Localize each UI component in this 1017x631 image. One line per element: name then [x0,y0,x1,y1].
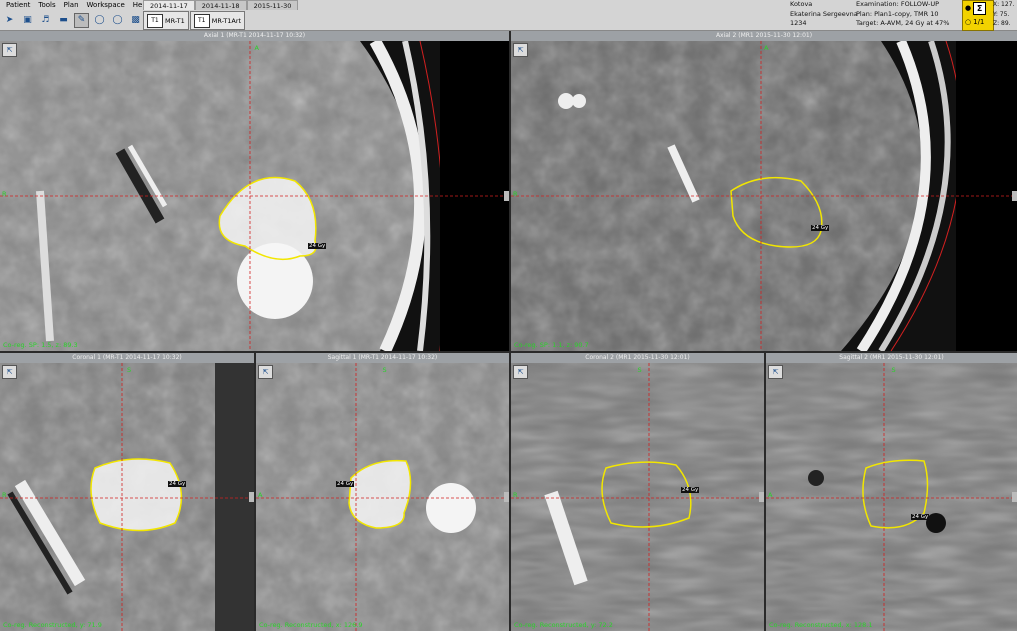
orientation-top-label: A [764,44,769,52]
viewport-menu-icon[interactable]: ⇱ [2,365,17,379]
slice-scrollbar[interactable] [759,492,764,502]
viewport-footer: Co-reg. Reconstructed, y: 72.2 [514,621,613,629]
sigma-icon[interactable]: Σ [973,1,987,15]
isodose-label: 24 Gy [681,487,700,493]
coronal-1-viewport[interactable]: Coronal 1 (MR-T1 2014-11-17 10:32) ⇱ S R… [0,353,254,631]
contour-icon[interactable]: ◯ [92,13,107,28]
mri-image[interactable] [511,39,1017,351]
series-tab-1[interactable]: T1 MR-T1 [143,11,189,30]
menu-tools[interactable]: Tools [34,0,59,11]
target-label: Target: A-AVM, 24 Gy at 47% [856,19,950,28]
isodose-label: 24 Gy [308,243,327,249]
viewport-footer: Co-reg. Reconstructed, x: 126.9 [259,621,363,629]
viewport-title: Axial 1 (MR-T1 2014-11-17 10:32) [0,31,509,41]
isodose-label: 24 Gy [168,481,187,487]
mri-image[interactable] [0,363,254,631]
date-tabs: 2014-11-17 2014-11-18 2015-11-30 [143,0,299,10]
screen-icon[interactable]: ▩ [128,13,143,28]
orientation-left-label: R [513,491,518,499]
orientation-top-label: A [254,44,259,52]
pointer-icon[interactable]: ➤ [2,13,17,28]
signal-icon[interactable]: ♬ [38,13,53,28]
menu-workspace[interactable]: Workspace [83,0,129,11]
viewport-title: Sagittal 1 (MR-T1 2014-11-17 10:32) [256,353,509,363]
pen-icon[interactable]: ✎ [74,12,89,28]
cylinder-icon[interactable]: ◯ [110,13,125,28]
image-series-icon: T1 [147,13,163,28]
patient-info: Kotova Ekaterina Sergeevna 1234 [790,0,858,29]
axial-1-viewport[interactable]: Axial 1 (MR-T1 2014-11-17 10:32) ⇱ A R 2… [0,31,509,351]
coronal-2-viewport[interactable]: Coronal 2 (MR1 2015-11-30 12:01) ⇱ S R 2… [511,353,764,631]
mri-image[interactable] [766,363,1017,631]
viewport-footer: Co-reg. Reconstructed, x: 128.1 [769,621,873,629]
slice-scrollbar[interactable] [504,492,509,502]
menu-plan[interactable]: Plan [60,0,83,11]
series-tab-label: MR-T1 [165,16,185,25]
cube-icon[interactable]: ▣ [20,13,35,28]
tab-date-2[interactable]: 2014-11-18 [194,0,247,10]
orientation-left-label: R [513,190,518,198]
viewport-menu-icon[interactable]: ⇱ [2,43,17,57]
toolbar: ➤ ▣ ♬ ▬ ✎ ◯ ◯ ▩ [2,12,143,28]
coord-x: X: 127. [993,1,1015,8]
viewport-title: Axial 2 (MR1 2015-11-30 12:01) [511,31,1017,41]
sagittal-2-viewport[interactable]: Sagittal 2 (MR1 2015-11-30 12:01) ⇱ S A … [766,353,1017,631]
mri-image[interactable] [0,38,509,351]
series-tab-2[interactable]: T1 MR-T1Art [189,11,246,30]
viewport-menu-icon[interactable]: ⇱ [768,365,783,379]
patient-id: 1234 [790,19,807,28]
dose-sum-panel: ● Σ ○ 1/1 [962,0,994,31]
viewport-footer: Co-reg. SP: 1.5, z: 89.3 [3,341,78,349]
slice-scrollbar[interactable] [504,191,509,201]
viewport-menu-icon[interactable]: ⇱ [513,365,528,379]
patient-name: Kotova [790,0,813,8]
top-bar: Patient Tools Plan Workspace Help ➤ ▣ ♬ … [0,0,1017,31]
mri-image[interactable] [256,363,509,631]
orientation-left-label: R [2,491,7,499]
slice-scrollbar[interactable] [249,492,254,502]
isodose-label: 24 Gy [811,225,830,231]
series-tab-label: MR-T1Art [211,16,242,25]
sagittal-1-viewport[interactable]: Sagittal 1 (MR-T1 2014-11-17 10:32) ⇱ S … [256,353,509,631]
viewport-title: Sagittal 2 (MR1 2015-11-30 12:01) [766,353,1017,363]
orientation-left-label: A [258,491,263,499]
radio-sum[interactable]: ● [965,4,971,12]
bar-icon[interactable]: ▬ [56,13,71,28]
isodose-label: 24 Gy [336,481,355,487]
page-indicator: 1/1 [973,18,985,26]
viewport-menu-icon[interactable]: ⇱ [258,365,273,379]
coordinates-readout: X: 127. Y: 75. Z: 89. [993,0,1014,29]
orientation-left-label: A [768,491,773,499]
viewport-footer: Co-reg. Reconstructed, y: 71.9 [3,621,102,629]
isodose-label: 24 Gy [911,514,930,520]
menu-bar: Patient Tools Plan Workspace Help [2,0,153,11]
image-series-icon: T1 [193,13,210,28]
series-tabs: T1 MR-T1 T1 MR-T1Art [143,11,246,30]
viewport-menu-icon[interactable]: ⇱ [513,43,528,57]
tab-date-1[interactable]: 2014-11-17 [143,0,195,10]
viewport-footer: Co-reg. SP: 1.1, z: 90.7 [514,341,589,349]
slice-scrollbar[interactable] [1012,492,1017,502]
viewport-title: Coronal 2 (MR1 2015-11-30 12:01) [511,353,764,363]
orientation-left-label: R [2,190,7,198]
orientation-top-label: S [637,366,642,374]
radio-page[interactable]: ○ [965,18,971,26]
coord-y: Y: 75. [993,10,1010,18]
plan-info: Examination: FOLLOW-UP Plan: Plan1-copy,… [856,0,949,29]
orientation-top-label: S [127,366,132,374]
axial-2-viewport[interactable]: Axial 2 (MR1 2015-11-30 12:01) ⇱ A R 24 … [511,31,1017,351]
slice-scrollbar[interactable] [1012,191,1017,201]
orientation-top-label: S [382,366,387,374]
patient-fullname: Ekaterina Sergeevna [790,9,858,18]
menu-patient[interactable]: Patient [2,0,34,11]
exam-label: Examination: FOLLOW-UP [856,0,940,8]
mri-image[interactable] [511,363,764,631]
tab-date-3[interactable]: 2015-11-30 [246,0,299,10]
plan-label: Plan: Plan1-copy, TMR 10 [856,9,939,18]
coord-z: Z: 89. [993,20,1011,28]
viewport-title: Coronal 1 (MR-T1 2014-11-17 10:32) [0,353,254,363]
orientation-top-label: S [891,366,896,374]
